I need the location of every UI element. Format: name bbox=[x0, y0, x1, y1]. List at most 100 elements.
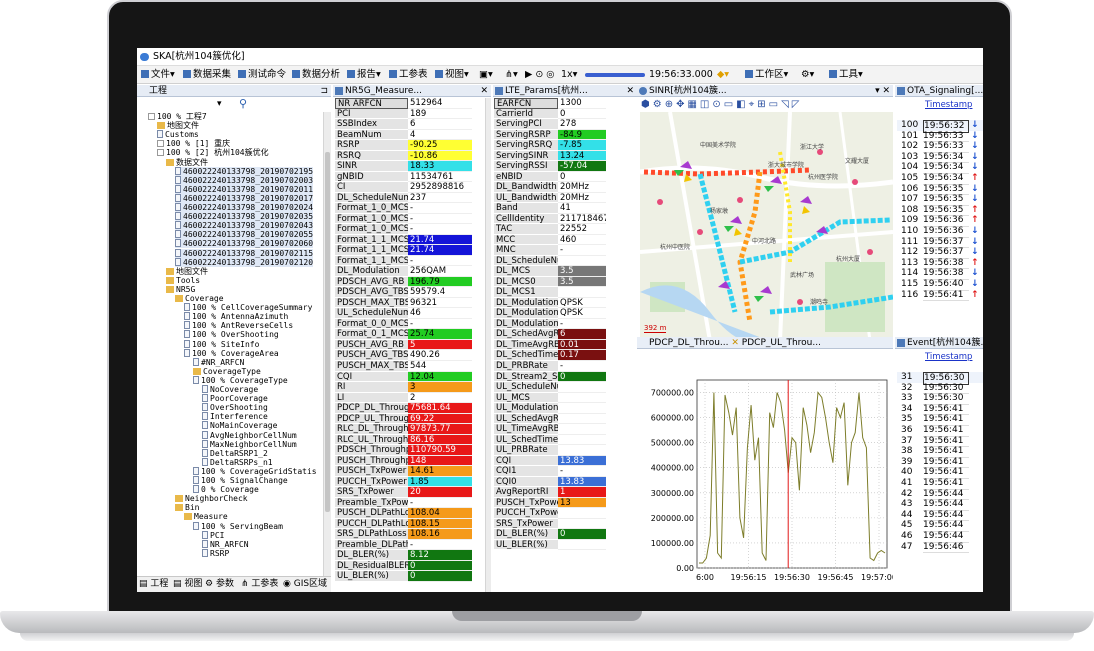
param-row[interactable]: DL_PRBRate - bbox=[494, 361, 606, 372]
param-row[interactable]: SINR 18.33 bbox=[335, 161, 472, 172]
param-row[interactable]: ServingPCI 278 bbox=[494, 119, 606, 130]
param-row[interactable]: UL_ScheduleNum bbox=[494, 382, 606, 393]
param-row[interactable]: Preamble_DLPathLoss- bbox=[335, 539, 472, 551]
signal-row[interactable]: 113 19:56:38 ↑ bbox=[897, 258, 983, 270]
param-row[interactable]: Format_1_0_MCS - bbox=[335, 213, 472, 225]
param-row[interactable]: Band 41 bbox=[494, 203, 606, 214]
param-row[interactable]: RSRQ -10.86 bbox=[335, 150, 472, 162]
tree-item[interactable]: 地图文件 bbox=[166, 267, 208, 276]
param-row[interactable]: PDSCH_AVG_TBS 59579.4 bbox=[335, 287, 472, 298]
signal-row[interactable]: 106 19:56:35 ↓ bbox=[897, 184, 983, 196]
signal-row[interactable]: 107 19:56:35 ↓ bbox=[897, 194, 983, 206]
tree-item[interactable]: Coverage bbox=[175, 294, 224, 303]
param-row[interactable]: CarrierId 0 bbox=[494, 108, 606, 120]
tree-item[interactable]: 100 % AntennaAzimuth bbox=[184, 312, 288, 321]
signal-row[interactable]: 100 19:56:32 ↓ bbox=[897, 120, 983, 133]
network-icon[interactable]: ⋔▾ bbox=[505, 66, 518, 84]
tree-item[interactable]: DeltaRSRPs_n1 bbox=[202, 457, 273, 467]
param-row[interactable]: ServingSINR 13.24 bbox=[494, 150, 606, 162]
signal-row[interactable]: 109 19:56:36 ↑ bbox=[897, 215, 983, 227]
param-row[interactable]: UL_Modulation bbox=[494, 403, 606, 414]
tree-item[interactable]: 100 % CellCoverageSummary bbox=[184, 303, 312, 312]
param-row[interactable]: PUCCH_TxPower bbox=[494, 508, 606, 519]
tab-params[interactable]: ⚙ 参数 bbox=[205, 577, 234, 591]
param-row[interactable]: LI 2 bbox=[335, 392, 472, 404]
param-row[interactable]: PCI 189 bbox=[335, 108, 472, 120]
param-row[interactable]: ServingRSSI -57.04 bbox=[494, 161, 606, 172]
tree-item[interactable]: NoMainCoverage bbox=[202, 421, 277, 430]
param-row[interactable]: CellIdentity 211718467 bbox=[494, 213, 606, 225]
param-row[interactable]: CQI1- bbox=[494, 466, 606, 477]
param-row[interactable]: PDSCH_MAX_TBS 96321 bbox=[335, 297, 472, 309]
param-row[interactable]: PUSCH_Throughput148 bbox=[335, 455, 472, 467]
tree-item[interactable]: 100 % CoverageType bbox=[193, 375, 288, 385]
playback-controls[interactable]: ▶ ⊙ ◎ bbox=[525, 66, 555, 84]
param-row[interactable]: RLC_UL_Throughput86.16 bbox=[335, 434, 472, 446]
param-row[interactable]: DL_TimeAvgRB 0.01 bbox=[494, 339, 606, 351]
param-row[interactable]: DL_Bandwidth 20MHz bbox=[494, 182, 606, 193]
signal-row[interactable]: 108 19:56:35 ↑ bbox=[897, 205, 983, 217]
close-icon[interactable]: ✕ bbox=[626, 85, 634, 96]
param-row[interactable]: RSRP -90.25 bbox=[335, 140, 472, 151]
param-row[interactable]: UL_BLER(%) bbox=[494, 539, 606, 551]
param-row[interactable]: SRS_TxPower bbox=[494, 518, 606, 530]
signal-row[interactable]: 47 19:56:46 bbox=[897, 542, 983, 554]
signal-row[interactable]: 37 19:56:41 bbox=[897, 436, 983, 448]
tree-item[interactable]: OverShooting bbox=[202, 403, 268, 412]
tree-item[interactable]: MaxNeighborCellNum bbox=[202, 439, 297, 449]
tree-item[interactable]: PoorCoverage bbox=[202, 394, 268, 403]
menu-site-table[interactable]: 工参表 bbox=[389, 66, 428, 84]
param-row[interactable]: DL_ResidualBLER 0 bbox=[335, 560, 472, 572]
tree-item[interactable]: Interference bbox=[202, 412, 268, 421]
signal-row[interactable]: 41 19:56:41 bbox=[897, 478, 983, 490]
tree-item[interactable]: DeltaRSRP1_2 bbox=[202, 448, 268, 458]
tree-item[interactable]: PCI bbox=[202, 530, 224, 540]
param-row[interactable]: Format_1_0_MCS - bbox=[335, 203, 472, 214]
param-row[interactable]: UL_PRBRate bbox=[494, 445, 606, 456]
marker-icon[interactable]: ◆▾ bbox=[717, 66, 729, 84]
param-row[interactable]: DL_MCS0 3.5 bbox=[494, 276, 606, 288]
menu-report[interactable]: 报告▾ bbox=[347, 66, 381, 84]
tree-item[interactable]: 0 % Coverage bbox=[193, 485, 259, 494]
signal-row[interactable]: 104 19:56:34 ↓ bbox=[897, 162, 983, 174]
playback-slider[interactable] bbox=[585, 73, 645, 77]
signal-row[interactable]: 31 19:56:30 bbox=[897, 372, 983, 385]
timestamp-header[interactable]: Timestamp bbox=[925, 100, 972, 110]
param-row[interactable]: PDCP_DL_Throughput75681.64 bbox=[335, 403, 472, 414]
tree-item[interactable]: NeighborCheck bbox=[175, 494, 248, 503]
signal-row[interactable]: 38 19:56:41 bbox=[897, 446, 983, 458]
tree-item[interactable]: 100 % [2] 杭州104簇优化 bbox=[157, 148, 269, 157]
menu-data-analysis[interactable]: 数据分析 bbox=[292, 66, 340, 84]
tree-item[interactable]: NR_ARFCN bbox=[202, 539, 249, 549]
param-row[interactable]: AvgReportRI 1 bbox=[494, 487, 606, 498]
tree-item[interactable]: 100 % SignalChange bbox=[193, 476, 288, 485]
param-row[interactable]: ServingRSRP -84.9 bbox=[494, 129, 606, 141]
tree-item[interactable]: 100 % ServingBeam bbox=[193, 521, 283, 531]
param-row[interactable]: PUSCH_TxPower 14.61 bbox=[335, 466, 472, 477]
param-row[interactable]: PUCCH_DLPathLoss108.15 bbox=[335, 518, 472, 530]
tree-item[interactable]: 460022240133798_20190702115 bbox=[175, 248, 314, 258]
tree-item[interactable]: #NR_ARFCN bbox=[193, 357, 244, 367]
param-row[interactable]: DL_BLER(%) 8.12 bbox=[335, 550, 472, 561]
param-row[interactable]: TAC 22552 bbox=[494, 224, 606, 235]
param-row[interactable]: SSBIndex 6 bbox=[335, 119, 472, 130]
param-row[interactable]: BeamNum 4 bbox=[335, 129, 472, 141]
timestamp-header[interactable]: Timestamp bbox=[925, 352, 972, 362]
param-row[interactable]: DL_Modulation QPSK bbox=[494, 297, 606, 309]
param-row[interactable]: DL_ScheduleNum 237 bbox=[335, 192, 472, 204]
tree-item[interactable]: Customs bbox=[157, 130, 199, 139]
tree-item[interactable]: AvgNeighborCellNum bbox=[202, 430, 297, 440]
param-row[interactable]: DL_MCS 3.5 bbox=[494, 266, 606, 277]
tree-item[interactable]: NoCoverage bbox=[202, 385, 258, 394]
param-row[interactable]: UL_Bandwidth 20MHz bbox=[494, 192, 606, 204]
param-row[interactable]: DL_Modulation - bbox=[494, 318, 606, 330]
tree-item[interactable]: 460022240133798_20190702017 bbox=[175, 193, 314, 203]
signal-row[interactable]: 43 19:56:44 bbox=[897, 499, 983, 511]
settings-icon[interactable]: ⚙▾ bbox=[801, 66, 814, 84]
param-row[interactable]: DL_Modulation 256QAM bbox=[335, 266, 472, 277]
close-icon[interactable]: ✕ bbox=[731, 338, 741, 348]
tree-item[interactable]: CoverageType bbox=[193, 367, 261, 376]
pin-icon[interactable]: ⊐ bbox=[320, 85, 328, 96]
param-row[interactable]: PDSCH_AVG_RB 196.79 bbox=[335, 276, 472, 288]
tree-item[interactable]: 460022240133798_20190702024 bbox=[175, 203, 314, 212]
